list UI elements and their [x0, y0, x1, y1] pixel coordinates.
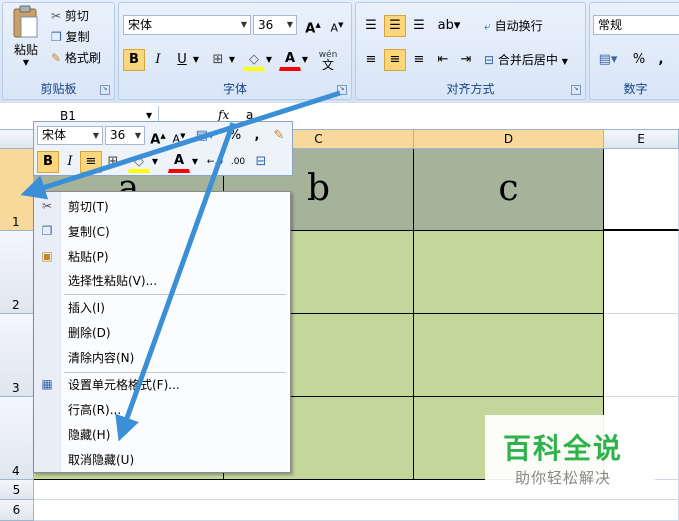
watermark: 百科全说 助你轻松解决	[485, 415, 655, 493]
watermark-subtitle: 助你轻松解决	[515, 469, 612, 487]
watermark-title: 百科全说	[503, 432, 624, 465]
arrow-to-row-header-icon	[20, 90, 341, 200]
arrow-to-hide-icon	[115, 122, 236, 442]
